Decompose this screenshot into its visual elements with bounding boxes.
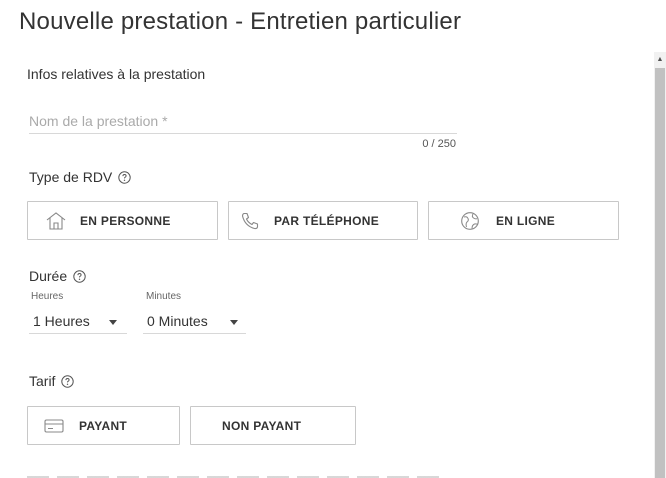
- appointment-type-label-text: Type de RDV: [29, 169, 113, 185]
- minutes-sublabel: Minutes: [146, 291, 182, 302]
- pricing-label-text: Tarif: [29, 373, 56, 389]
- pricing-free-button[interactable]: NON PAYANT: [190, 406, 356, 445]
- chevron-down-icon: [109, 320, 117, 325]
- pricing-paid-label: PAYANT: [79, 419, 128, 433]
- pricing-paid-button[interactable]: PAYANT: [27, 406, 180, 445]
- appointment-online-label: EN LIGNE: [496, 214, 556, 228]
- home-icon: [45, 211, 67, 231]
- pricing-label: Tarif: [29, 373, 75, 389]
- char-counter: 0 / 250: [422, 138, 456, 150]
- appointment-in-person-label: EN PERSONNE: [80, 214, 171, 228]
- appointment-in-person-button[interactable]: EN PERSONNE: [27, 201, 218, 240]
- duration-label: Durée: [29, 268, 86, 284]
- cutoff-content: [27, 472, 447, 478]
- scroll-up-icon[interactable]: ▲: [654, 52, 666, 66]
- appointment-type-label: Type de RDV: [29, 169, 131, 185]
- credit-card-icon: [44, 418, 64, 434]
- hours-select-value: 1 Heures: [33, 313, 90, 329]
- appointment-phone-label: PAR TÉLÉPHONE: [274, 214, 380, 228]
- duration-label-text: Durée: [29, 268, 68, 284]
- minutes-select[interactable]: 0 Minutes: [143, 310, 246, 334]
- pricing-free-label: NON PAYANT: [222, 419, 302, 433]
- chevron-down-icon: [230, 320, 238, 325]
- question-circle-icon[interactable]: [61, 374, 75, 388]
- service-name-field[interactable]: [29, 110, 457, 134]
- section-title: Infos relatives à la prestation: [27, 66, 206, 82]
- hours-sublabel: Heures: [31, 291, 64, 302]
- appointment-online-button[interactable]: EN LIGNE: [428, 201, 619, 240]
- scroll-thumb[interactable]: [655, 68, 665, 478]
- service-name-input[interactable]: [29, 110, 457, 132]
- phone-icon: [240, 211, 260, 231]
- minutes-select-value: 0 Minutes: [147, 313, 208, 329]
- scrollbar[interactable]: ▲: [654, 52, 666, 478]
- question-circle-icon[interactable]: [73, 269, 86, 283]
- question-circle-icon[interactable]: [118, 170, 131, 184]
- globe-icon: [460, 211, 480, 231]
- hours-select[interactable]: 1 Heures: [29, 310, 127, 334]
- page-title: Nouvelle prestation - Entretien particul…: [19, 8, 462, 35]
- appointment-phone-button[interactable]: PAR TÉLÉPHONE: [228, 201, 418, 240]
